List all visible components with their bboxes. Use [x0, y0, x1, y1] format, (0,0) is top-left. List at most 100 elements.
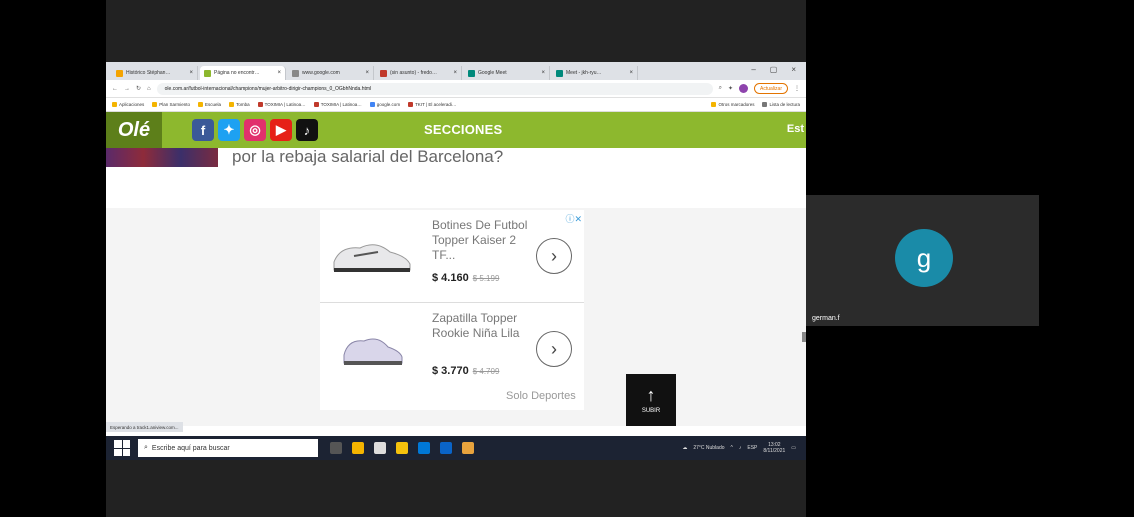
browser-status: Esperando a track1.aniview.com... [106, 422, 183, 432]
left-black-margin [0, 0, 106, 517]
participant-avatar: g [895, 229, 953, 287]
browser-tab[interactable]: Meet - jkh-ryu… × [552, 66, 638, 80]
ad-brand[interactable]: Solo Deportes [506, 390, 576, 402]
video-call-stage: Histórico Stéphan… × Página no encontr… × … [0, 0, 1134, 517]
reload-icon[interactable]: ↻ [136, 85, 141, 92]
ad-product[interactable]: Botines De Futbol Topper Kaiser 2 TF... … [320, 210, 584, 300]
close-icon[interactable]: × [541, 70, 545, 76]
maximize-icon[interactable]: ▢ [770, 65, 778, 74]
tray-arrow-icon[interactable]: ^ [731, 445, 733, 451]
browser-tab[interactable]: (sin asunto) - fredo… × [376, 66, 462, 80]
ad-product[interactable]: Zapatilla Topper Rookie Niña Lila $ 3.77… [320, 302, 584, 392]
store-icon[interactable] [374, 442, 386, 454]
bookmark-icon [408, 102, 414, 107]
app-icon[interactable] [462, 442, 474, 454]
google-icon [369, 102, 375, 107]
product-ad: ⓘ✕ Botines De Futbol Topper Kaiser 2 TF.… [320, 210, 584, 410]
secciones-menu[interactable]: SECCIONES [424, 122, 502, 137]
forward-icon[interactable]: → [124, 86, 130, 92]
taskbar-search[interactable]: ⌕ Escribe aquí para buscar [138, 439, 318, 457]
bookmark-icon [257, 102, 263, 107]
scrollbar-thumb[interactable] [802, 332, 806, 342]
shared-screen: Histórico Stéphan… × Página no encontr… × … [106, 62, 806, 460]
favicon-icon [556, 69, 563, 77]
close-window-icon[interactable]: × [791, 65, 796, 74]
close-icon[interactable]: × [365, 70, 369, 76]
browser-tab[interactable]: Histórico Stéphan… × [112, 66, 198, 80]
windows-taskbar: ⌕ Escribe aquí para buscar ☁ 27°C Nublad… [106, 436, 806, 460]
update-button[interactable]: Actualizar [754, 83, 788, 94]
facebook-icon[interactable]: f [192, 119, 214, 141]
youtube-icon[interactable]: ▶ [270, 119, 292, 141]
article-headline[interactable]: por la rebaja salarial del Barcelona? [232, 147, 503, 167]
ole-logo[interactable]: Olé [106, 112, 162, 148]
bookmark-item[interactable]: TOXIMIA | Latinoa… [257, 102, 306, 107]
url-field[interactable]: ole.com.ar/futbol-internacional/champion… [156, 82, 713, 95]
menu-icon[interactable]: ⋮ [794, 85, 800, 92]
product-name: Zapatilla Topper Rookie Niña Lila [432, 311, 520, 340]
close-icon[interactable]: × [629, 70, 633, 76]
bookmark-item[interactable]: google.com [369, 102, 400, 107]
browser-tab[interactable]: www.google.com × [288, 66, 374, 80]
product-price: $ 3.770 $ 4.709 [432, 365, 500, 377]
window-controls: – ▢ × [751, 65, 806, 77]
close-icon[interactable]: × [189, 70, 193, 76]
bookmark-icon [313, 102, 319, 107]
social-links: f ✦ ◎ ▶ ♪ [192, 119, 318, 141]
est-link[interactable]: Est [787, 123, 804, 135]
favicon-icon [468, 69, 475, 77]
extensions-icon[interactable]: ✦ [728, 85, 733, 92]
folder-icon [198, 102, 204, 107]
favicon-icon [204, 69, 211, 77]
sneaker-image [343, 338, 403, 365]
chrome-icon[interactable] [352, 442, 364, 454]
browser-tab-active[interactable]: Página no encontr… × [200, 66, 286, 80]
chevron-right-icon[interactable]: › [536, 331, 572, 367]
scroll-top-button[interactable]: ↑ SUBIR [626, 374, 676, 426]
bookmark-item[interactable]: Aplicaciones [112, 102, 144, 107]
mail-icon[interactable] [440, 442, 452, 454]
sneaker-image [333, 244, 411, 272]
product-name: Botines De Futbol Topper Kaiser 2 TF... [432, 218, 528, 262]
reading-list-icon [762, 102, 768, 107]
favicon-icon [292, 69, 299, 77]
clock[interactable]: 13:02 8/11/2021 [763, 442, 785, 454]
search-icon[interactable]: ⌕ [719, 85, 722, 92]
page-spacer [106, 176, 806, 208]
home-icon[interactable]: ⌂ [147, 86, 151, 92]
participant-tile[interactable]: g german.f [806, 195, 1039, 326]
file-explorer-icon[interactable] [396, 442, 408, 454]
bookmark-item[interactable]: Otros marcadores [711, 102, 754, 107]
bookmark-item[interactable]: Tomba [229, 102, 250, 107]
bookmark-item[interactable]: TKIT | El aceleradi… [408, 102, 456, 107]
back-icon[interactable]: ← [112, 86, 118, 92]
profile-avatar[interactable] [739, 84, 749, 93]
system-tray: ☁ 27°C Nublado ^ ♪ ESP 13:02 8/11/2021 ▭ [682, 442, 796, 454]
article-teaser[interactable]: por la rebaja salarial del Barcelona? [106, 145, 806, 176]
bookmark-item[interactable]: Plan Sarmiento [152, 102, 190, 107]
instagram-icon[interactable]: ◎ [244, 119, 266, 141]
bookmark-item[interactable]: Lista de lectura [762, 102, 800, 107]
browser-tab[interactable]: Google Meet × [464, 66, 550, 80]
twitter-icon[interactable]: ✦ [218, 119, 240, 141]
tiktok-icon[interactable]: ♪ [296, 119, 318, 141]
bookmarks-bar: Aplicaciones Plan Sarmiento Escuela Tomb… [106, 98, 806, 112]
edge-icon[interactable] [418, 442, 430, 454]
folder-icon [711, 102, 717, 107]
minimize-icon[interactable]: – [751, 65, 755, 74]
windows-start-icon[interactable] [114, 440, 130, 456]
notification-icon[interactable]: ▭ [791, 445, 796, 451]
volume-icon[interactable]: ♪ [739, 445, 742, 451]
folder-icon [152, 102, 158, 107]
bookmark-item[interactable]: TOXIMIA | Latinoa… [313, 102, 362, 107]
site-header: Olé f ✦ ◎ ▶ ♪ SECCIONES Est [106, 112, 806, 148]
task-view-icon[interactable] [330, 442, 342, 454]
apps-icon [112, 102, 117, 107]
bookmark-item[interactable]: Escuela [198, 102, 221, 107]
close-icon[interactable]: × [277, 70, 281, 76]
favicon-icon [116, 69, 123, 77]
chevron-right-icon[interactable]: › [536, 238, 572, 274]
weather-icon: ☁ [682, 445, 688, 451]
article-thumbnail [106, 145, 218, 167]
close-icon[interactable]: × [453, 70, 457, 76]
